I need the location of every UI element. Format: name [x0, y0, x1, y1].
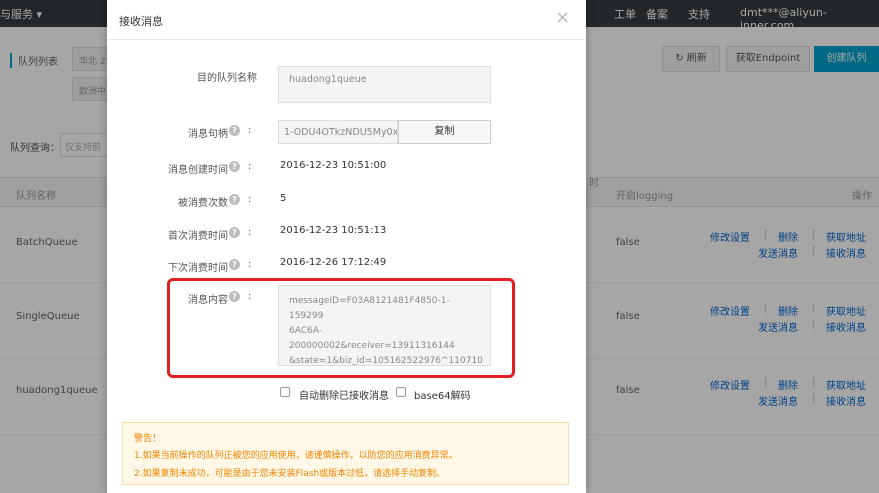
first-consumed-value: 2016-12-23 10:51:13 [280, 225, 387, 236]
warning-title: 警告！ [134, 434, 162, 444]
copy-button[interactable]: 复制 [398, 120, 491, 144]
close-icon[interactable]: × [555, 8, 570, 28]
field-colon: : [248, 194, 252, 205]
queue-name-label: 目的队列名称 [197, 73, 257, 84]
message-handle-field[interactable]: 1-ODU4OTkzNDU5My0xNDgyNzQzNjYxMjAwLTQx [278, 120, 398, 144]
warning-line-1: 1.如果当前操作的队列正被您的应用使用，请谨慎操作，以防您的应用消费异常。 [134, 451, 458, 461]
message-handle-label: 消息句柄 [188, 129, 228, 140]
help-icon[interactable]: ? [229, 259, 240, 270]
field-colon: : [248, 125, 252, 136]
message-content-field[interactable]: messageID=F03A8121481F4850-1-159299 6AC6… [278, 285, 491, 366]
next-consumed-value: 2016-12-26 17:12:49 [280, 257, 387, 268]
field-colon: : [248, 69, 252, 80]
help-icon[interactable]: ? [229, 125, 240, 136]
created-time-label: 消息创建时间 [168, 165, 228, 176]
created-time-value: 2016-12-23 10:51:00 [280, 160, 387, 171]
content-line: &state=1&biz_id=105162522976^110710 [289, 356, 483, 366]
help-icon[interactable]: ? [229, 161, 240, 172]
warning-line-2: 2.如果复制未成功，可能是由于您未安装Flash或版本过低，请选择手动复制。 [134, 469, 446, 479]
field-colon: : [248, 227, 252, 238]
receive-message-dialog: 接收消息 × 目的队列名称 : huadong1queue 消息句柄 ? : 1… [107, 0, 586, 493]
next-consumed-label: 下次消费时间 [168, 263, 228, 274]
content-line: 6AC6A-200000002&receiver=13911316144 [289, 326, 455, 351]
consumed-count-label: 被消费次数 [178, 198, 228, 209]
field-colon: : [248, 161, 252, 172]
first-consumed-label: 首次消费时间 [168, 231, 228, 242]
consumed-count-value: 5 [280, 193, 287, 204]
auto-delete-label: 自动删除已接收消息 [299, 391, 389, 402]
auto-delete-checkbox[interactable] [280, 387, 290, 397]
field-colon: : [248, 259, 252, 270]
dialog-title: 接收消息 [119, 15, 163, 28]
base64-checkbox[interactable] [396, 387, 406, 397]
content-line: messageID=F03A8121481F4850-1-159299 [289, 296, 450, 321]
base64-label: base64解码 [414, 391, 471, 402]
queue-name-field[interactable]: huadong1queue [278, 66, 491, 103]
field-colon: : [248, 291, 252, 302]
help-icon[interactable]: ? [229, 291, 240, 302]
warning-box: 警告！ 1.如果当前操作的队列正被您的应用使用，请谨慎操作，以防您的应用消费异常… [122, 422, 569, 485]
help-icon[interactable]: ? [229, 227, 240, 238]
dialog-header: 接收消息 × [107, 0, 586, 40]
message-content-label: 消息内容 [188, 295, 228, 306]
help-icon[interactable]: ? [229, 194, 240, 205]
